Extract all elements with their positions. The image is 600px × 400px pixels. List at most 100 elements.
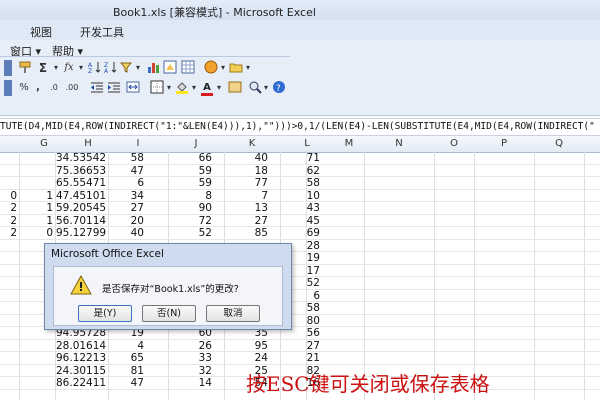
table-cell-g[interactable] xyxy=(20,165,53,178)
chevron-down-icon[interactable]: ▾ xyxy=(219,60,227,76)
table-cell-k[interactable]: 13 xyxy=(224,202,268,215)
table-cell-f[interactable] xyxy=(0,252,17,265)
no-button[interactable]: 否(N) xyxy=(142,305,196,322)
table-cell-k[interactable]: 27 xyxy=(224,215,268,228)
table-cell-j[interactable]: 59 xyxy=(168,177,212,190)
chevron-down-icon[interactable]: ▾ xyxy=(52,60,60,76)
table-cell-l[interactable]: 58 xyxy=(280,177,320,190)
table-cell-g[interactable] xyxy=(20,177,53,190)
table-cell-h[interactable]: 34.53542 xyxy=(56,152,106,165)
help-icon[interactable]: ? xyxy=(272,80,286,96)
table-cell-g[interactable]: 0 xyxy=(20,227,53,240)
filter-icon[interactable] xyxy=(119,60,133,76)
table-cell-f[interactable] xyxy=(0,290,17,303)
chevron-down-icon[interactable]: ▾ xyxy=(190,80,198,96)
table-cell-k[interactable]: 85 xyxy=(224,227,268,240)
column-header-q[interactable]: Q xyxy=(534,138,584,149)
font-color-icon[interactable]: A xyxy=(200,80,214,96)
table-cell-h[interactable]: 47.45101 xyxy=(56,190,106,203)
table-cell-g[interactable] xyxy=(20,152,53,165)
cancel-button[interactable]: 取消 xyxy=(206,305,260,322)
table-cell-i[interactable]: 65 xyxy=(108,352,144,365)
table-cell-j[interactable]: 52 xyxy=(168,227,212,240)
sort-ascending-icon[interactable]: AZ xyxy=(88,60,102,76)
table-cell-j[interactable]: 33 xyxy=(168,352,212,365)
table-cell-j[interactable]: 59 xyxy=(168,165,212,178)
table-cell-f[interactable]: 2 xyxy=(0,227,17,240)
increase-indent-icon[interactable] xyxy=(107,80,121,96)
table-cell-l[interactable]: 21 xyxy=(280,352,320,365)
table-cell-i[interactable]: 34 xyxy=(108,190,144,203)
increase-decimal-icon[interactable]: .0 xyxy=(46,80,62,96)
column-header-k[interactable]: K xyxy=(224,138,280,149)
fill-color-icon[interactable] xyxy=(175,80,189,96)
table-cell-k[interactable]: 40 xyxy=(224,152,268,165)
table-cell-j[interactable]: 72 xyxy=(168,215,212,228)
table-cell-f[interactable]: 2 xyxy=(0,215,17,228)
yes-button[interactable]: 是(Y) xyxy=(78,305,132,322)
table-cell-f[interactable] xyxy=(0,377,17,390)
column-header-p[interactable]: P xyxy=(474,138,534,149)
table-cell-f[interactable] xyxy=(0,302,17,315)
table-cell-k[interactable]: 24 xyxy=(224,352,268,365)
table-cell-g[interactable]: 1 xyxy=(20,202,53,215)
table-cell-k[interactable]: 77 xyxy=(224,177,268,190)
format-painter-icon[interactable] xyxy=(18,60,32,76)
autosum-icon[interactable]: Σ xyxy=(37,60,49,76)
table-cell-l[interactable]: 10 xyxy=(280,190,320,203)
table-cell-l[interactable]: 62 xyxy=(280,165,320,178)
comma-style-icon[interactable]: , xyxy=(33,80,43,96)
table-cell-k[interactable]: 18 xyxy=(224,165,268,178)
chevron-down-icon[interactable]: ▾ xyxy=(134,60,142,76)
table-cell-l[interactable]: 45 xyxy=(280,215,320,228)
table-cell-h[interactable]: 28.01614 xyxy=(56,340,106,353)
column-header-m[interactable]: M xyxy=(334,138,364,149)
table-cell-h[interactable]: 24.30115 xyxy=(56,365,106,378)
table-cell-i[interactable]: 58 xyxy=(108,152,144,165)
column-header-n[interactable]: N xyxy=(364,138,434,149)
table-cell-i[interactable]: 81 xyxy=(108,365,144,378)
table-cell-j[interactable]: 8 xyxy=(168,190,212,203)
tab-developer[interactable]: 开发工具 xyxy=(80,24,124,40)
table-cell-i[interactable]: 6 xyxy=(108,177,144,190)
table-cell-l[interactable]: 71 xyxy=(280,152,320,165)
table-cell-h[interactable]: 59.20545 xyxy=(56,202,106,215)
table-cell-i[interactable]: 27 xyxy=(108,202,144,215)
table-cell-f[interactable] xyxy=(0,165,17,178)
table-cell-h[interactable]: 96.12213 xyxy=(56,352,106,365)
table-cell-h[interactable]: 65.55471 xyxy=(56,177,106,190)
table-cell-f[interactable] xyxy=(0,265,17,278)
tab-view[interactable]: 视图 xyxy=(30,24,52,40)
table-cell-f[interactable] xyxy=(0,152,17,165)
table-cell-f[interactable] xyxy=(0,352,17,365)
table-cell-g[interactable] xyxy=(20,365,53,378)
table-cell-h[interactable]: 95.12799 xyxy=(56,227,106,240)
decrease-indent-icon[interactable] xyxy=(90,80,104,96)
column-header-g[interactable]: G xyxy=(22,138,66,149)
table-icon[interactable] xyxy=(181,60,195,76)
chevron-down-icon[interactable]: ▾ xyxy=(165,80,173,96)
table-cell-h[interactable]: 56.70114 xyxy=(56,215,106,228)
table-cell-j[interactable]: 26 xyxy=(168,340,212,353)
table-cell-l[interactable]: 43 xyxy=(280,202,320,215)
table-cell-f[interactable]: 2 xyxy=(0,202,17,215)
table-cell-f[interactable] xyxy=(0,315,17,328)
table-cell-f[interactable] xyxy=(0,240,17,253)
drawing-icon[interactable] xyxy=(163,60,177,76)
column-header-l[interactable]: L xyxy=(280,138,334,149)
table-cell-g[interactable] xyxy=(20,352,53,365)
table-cell-k[interactable]: 95 xyxy=(224,340,268,353)
column-header-o[interactable]: O xyxy=(434,138,474,149)
security-icon[interactable] xyxy=(204,60,218,76)
table-cell-f[interactable] xyxy=(0,340,17,353)
decrease-decimal-icon[interactable]: .00 xyxy=(63,80,81,96)
zoom-icon[interactable] xyxy=(248,80,262,96)
table-cell-k[interactable]: 7 xyxy=(224,190,268,203)
table-cell-f[interactable] xyxy=(0,277,17,290)
table-cell-g[interactable]: 1 xyxy=(20,215,53,228)
percent-style-icon[interactable]: % xyxy=(18,80,30,96)
borders-icon[interactable] xyxy=(150,80,164,96)
table-cell-j[interactable]: 90 xyxy=(168,202,212,215)
chevron-down-icon[interactable]: ▾ xyxy=(77,60,85,76)
formula-bar[interactable]: TUTE(D4,MID(E4,ROW(INDIRECT("1:"&LEN(E4)… xyxy=(0,118,600,136)
